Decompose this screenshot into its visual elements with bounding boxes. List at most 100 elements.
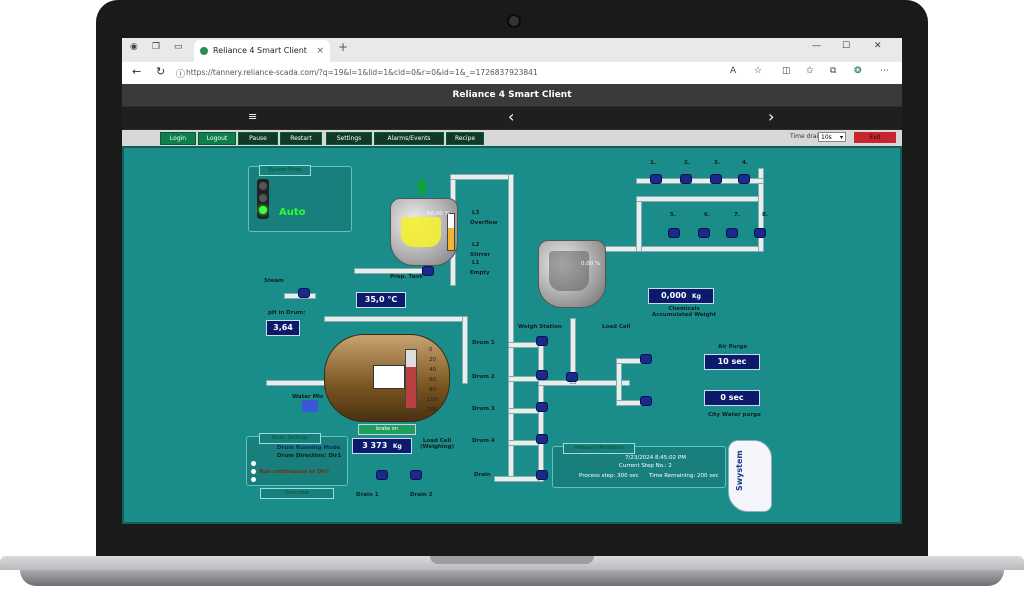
drain2-valve[interactable]	[410, 470, 422, 480]
reload-button[interactable]: ↻	[156, 65, 165, 78]
split-screen-icon[interactable]: ◫	[782, 66, 791, 76]
prep-l1-label: L1	[472, 260, 480, 266]
drain-label: Drain	[474, 472, 491, 478]
tab-close-icon[interactable]: ×	[316, 40, 324, 62]
prep-outlet-valve[interactable]	[422, 266, 434, 276]
overview-button[interactable]: Overview	[260, 488, 334, 499]
weigh-drop-valve[interactable]	[566, 372, 578, 382]
next-screen-icon[interactable]: ›	[768, 107, 774, 126]
doser-5-valve[interactable]	[668, 228, 680, 238]
browser-tab-bar: ◉ ❐ ▭ Reliance 4 Smart Client × + — ☐ ✕	[122, 38, 902, 62]
doser-2-label: 2.	[684, 160, 690, 166]
drain-valve[interactable]	[536, 470, 548, 480]
city-water-valve[interactable]	[640, 396, 652, 406]
doser-4-valve[interactable]	[738, 174, 750, 184]
read-aloud-icon[interactable]: A	[730, 66, 736, 76]
drum-settings-panel: Drum Settings Drum Running Mode Drum Dir…	[246, 433, 348, 486]
doser-1-valve[interactable]	[650, 174, 662, 184]
exit-button[interactable]: Exit	[854, 132, 896, 143]
menu-icon[interactable]: ≡	[248, 110, 257, 123]
drum-settings-title: Drum Settings	[259, 433, 321, 444]
profile-icon[interactable]: ◉	[130, 42, 138, 52]
system-mode-value: Auto	[279, 207, 306, 218]
drum-level-gauge	[405, 349, 417, 409]
favorites-icon[interactable]: ✩	[806, 66, 814, 76]
process-info-title: Process information	[563, 443, 635, 454]
pause-button[interactable]: Pause	[238, 132, 278, 145]
chemicals-label: Chemicals Accumulated Weight	[652, 306, 717, 318]
drum-scale-40: 40	[429, 367, 436, 373]
collections-icon[interactable]: ⧉	[830, 66, 836, 76]
doser-3-label: 3.	[714, 160, 720, 166]
prep-tank-label: Prep. Tank	[390, 274, 423, 280]
favorite-star-icon[interactable]: ☆	[754, 66, 762, 76]
doser-1-label: 1.	[650, 160, 656, 166]
prep-overflow-label: Overflow	[470, 220, 498, 226]
new-tab-button[interactable]: +	[338, 40, 348, 54]
laptop-base-bottom	[20, 570, 1004, 586]
more-menu-icon[interactable]: ⋯	[880, 66, 889, 76]
weigh-station-tank: 0,00 %	[538, 240, 606, 308]
tab-actions-icon[interactable]: ▭	[174, 42, 183, 52]
prep-tank-liquid	[401, 217, 441, 247]
laptop-screen: ◉ ❐ ▭ Reliance 4 Smart Client × + — ☐ ✕ …	[122, 38, 902, 524]
chemical-riser-pipe	[636, 196, 642, 252]
prep-top-pipe	[450, 174, 512, 180]
run-option-1-radio[interactable]	[251, 461, 256, 466]
app-title: Reliance 4 Smart Client	[122, 84, 902, 106]
app-nav-row: ≡ ‹ ›	[122, 107, 902, 129]
doser-5-label: 5.	[670, 212, 676, 218]
login-button[interactable]: Login	[160, 132, 196, 145]
settings-button[interactable]: Settings	[326, 132, 372, 145]
minimize-button[interactable]: —	[812, 41, 821, 51]
drain1-valve[interactable]	[376, 470, 388, 480]
run-option-3-radio[interactable]	[251, 477, 256, 482]
browser-extension-icon[interactable]: ❂	[854, 66, 862, 76]
browser-tab[interactable]: Reliance 4 Smart Client ×	[194, 40, 330, 62]
doser-3-valve[interactable]	[710, 174, 722, 184]
air-purge-label: Air Purge	[718, 344, 748, 350]
back-button[interactable]: ←	[132, 65, 141, 78]
drum1-valve[interactable]	[536, 336, 548, 346]
maximize-button[interactable]: ☐	[842, 41, 850, 51]
drum4-valve[interactable]	[536, 434, 548, 444]
doser-7-valve[interactable]	[726, 228, 738, 238]
run-option-2-radio[interactable]	[251, 469, 256, 474]
drum-scale-60: 60	[429, 377, 436, 383]
weigh-load-cell-label: Load Cell	[602, 324, 631, 330]
ph-label: pH in Drum:	[268, 310, 306, 316]
air-purge-display: 10 sec	[704, 354, 760, 370]
previous-screen-icon[interactable]: ‹	[508, 107, 514, 126]
doser-6-valve[interactable]	[698, 228, 710, 238]
weigh-station-label: Weigh Station	[518, 324, 562, 330]
drum2-label: Drum 2	[472, 374, 495, 380]
city-water-display: 0 sec	[704, 390, 760, 406]
logo-text: Swystem	[735, 450, 744, 491]
logout-button[interactable]: Logout	[198, 132, 236, 145]
recipe-button[interactable]: Recipe	[446, 132, 484, 145]
drum-weight-value: 3 373	[362, 441, 388, 450]
chevron-down-icon: ▾	[839, 134, 843, 141]
drum-running-mode: Drum Running Mode	[277, 445, 341, 451]
drum3-valve[interactable]	[536, 402, 548, 412]
prep-motor-icon	[418, 180, 426, 194]
doser-2-valve[interactable]	[680, 174, 692, 184]
url-field[interactable]: https://tannery.reliance-scada.com/?q=19…	[186, 65, 706, 80]
webcam-icon	[507, 14, 521, 28]
steam-valve[interactable]	[298, 288, 310, 298]
prep-l2-label: L2	[472, 242, 480, 248]
alarms-events-button[interactable]: Alarms/Events	[374, 132, 444, 145]
air-purge-valve[interactable]	[640, 354, 652, 364]
chemical-header-pipe	[602, 246, 764, 252]
drum-return-pipe	[462, 316, 468, 384]
restart-button[interactable]: Restart	[280, 132, 322, 145]
workspaces-icon[interactable]: ❐	[152, 42, 160, 52]
system-mode-title: System Mode	[259, 165, 311, 176]
site-info-icon[interactable]: ⓘ	[176, 67, 185, 80]
doser-8-valve[interactable]	[754, 228, 766, 238]
drum2-valve[interactable]	[536, 370, 548, 380]
close-window-button[interactable]: ✕	[874, 41, 882, 51]
prep-empty-label: Empty	[470, 270, 490, 276]
pump-icon	[302, 400, 318, 412]
time-drain-select[interactable]: 10s ▾	[818, 132, 846, 142]
